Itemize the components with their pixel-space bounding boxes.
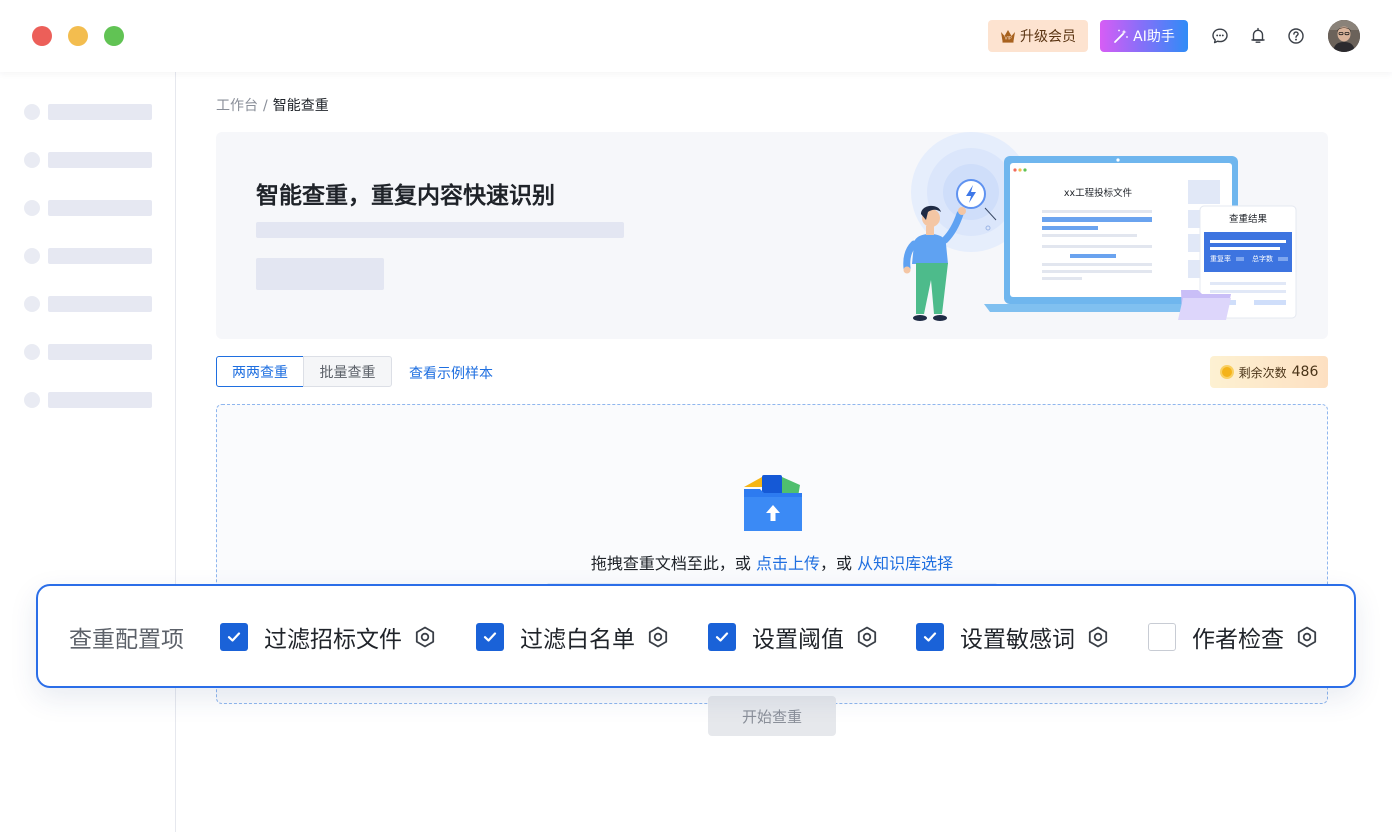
sidebar-item[interactable] — [24, 296, 152, 312]
chat-icon[interactable] — [1210, 26, 1230, 46]
upload-middle-text: ，或 — [820, 554, 853, 573]
view-sample-link[interactable]: 查看示例样本 — [409, 363, 493, 383]
sidebar-item[interactable] — [24, 104, 152, 120]
upload-prefix-text: 拖拽查重文档至此，或 — [590, 554, 751, 573]
crown-icon: VIP — [1001, 30, 1015, 43]
checkbox-filter-whitelist[interactable] — [476, 623, 504, 651]
doc-title-text: xx工程投标文件 — [1064, 187, 1133, 199]
window-close-dot[interactable] — [32, 26, 52, 46]
gear-icon[interactable] — [645, 624, 671, 650]
check-config-panel: 查重配置项 过滤招标文件 过滤白名单 设置阈值 设置敏感词 作者检查 — [36, 584, 1356, 688]
avatar[interactable] — [1328, 20, 1360, 52]
checkbox-set-threshold[interactable] — [708, 623, 736, 651]
window-minimize-dot[interactable] — [68, 26, 88, 46]
click-upload-link[interactable]: 点击上传 — [756, 554, 820, 573]
tab-batch-check[interactable]: 批量查重 — [303, 356, 392, 387]
top-bar: VIP 升级会员 AI助手 — [0, 0, 1392, 72]
check-icon — [715, 632, 729, 642]
breadcrumb-current: 智能查重 — [272, 98, 329, 114]
upload-instructions: 拖拽查重文档至此，或 点击上传，或 从知识库选择 — [217, 550, 1327, 574]
result-title-text: 查重结果 — [1229, 213, 1268, 225]
banner-title: 智能查重，重复内容快速识别 — [256, 183, 555, 209]
check-icon — [483, 632, 497, 642]
upload-folder-icon — [744, 475, 802, 531]
option-filter-whitelist: 过滤白名单 — [476, 619, 671, 655]
breadcrumb: 工作台 / 智能查重 — [216, 95, 329, 115]
tab-pairwise-check[interactable]: 两两查重 — [216, 356, 304, 387]
magic-wand-icon — [1114, 29, 1129, 43]
help-icon[interactable] — [1286, 26, 1306, 46]
gear-icon[interactable] — [1294, 624, 1320, 650]
sidebar-item[interactable] — [24, 200, 152, 216]
option-author-check: 作者检查 — [1148, 619, 1320, 655]
option-set-sensitive-words: 设置敏感词 — [916, 619, 1111, 655]
option-set-threshold: 设置阈值 — [708, 619, 880, 655]
upgrade-vip-label: 升级会员 — [1020, 29, 1076, 45]
svg-text:VIP: VIP — [1004, 36, 1011, 42]
option-label: 设置阈值 — [752, 627, 844, 653]
remaining-count-badge: 剩余次数 486 — [1210, 356, 1328, 388]
ai-assistant-button[interactable]: AI助手 — [1100, 20, 1188, 52]
gear-icon[interactable] — [1085, 624, 1111, 650]
checkbox-author-check[interactable] — [1148, 623, 1176, 651]
start-check-button[interactable]: 开始查重 — [708, 696, 836, 736]
sidebar — [0, 72, 176, 832]
banner-button-placeholder — [256, 258, 384, 290]
check-icon — [227, 632, 241, 642]
config-label: 查重配置项 — [69, 627, 184, 653]
option-filter-tender-file: 过滤招标文件 — [220, 619, 438, 655]
checkbox-filter-tender-file[interactable] — [220, 623, 248, 651]
option-label: 作者检查 — [1192, 627, 1284, 653]
sidebar-item[interactable] — [24, 152, 152, 168]
breadcrumb-root[interactable]: 工作台 — [216, 98, 258, 114]
sidebar-item[interactable] — [24, 344, 152, 360]
sidebar-item[interactable] — [24, 392, 152, 408]
gear-icon[interactable] — [412, 624, 438, 650]
option-label: 设置敏感词 — [960, 627, 1075, 653]
result-repeat-label: 重复率 — [1210, 254, 1231, 263]
option-label: 过滤白名单 — [520, 627, 635, 653]
upgrade-vip-button[interactable]: VIP 升级会员 — [988, 20, 1088, 52]
remaining-label: 剩余次数 — [1238, 365, 1287, 380]
window-maximize-dot[interactable] — [104, 26, 124, 46]
option-label: 过滤招标文件 — [264, 627, 402, 653]
checkbox-set-sensitive-words[interactable] — [916, 623, 944, 651]
remaining-count: 486 — [1291, 364, 1319, 380]
bell-icon[interactable] — [1248, 26, 1268, 46]
banner-illustration: xx工程投标文件 查重结果 重复率 总字数 — [903, 132, 1297, 321]
banner-subtitle-placeholder — [256, 222, 624, 238]
breadcrumb-separator: / — [263, 98, 268, 114]
result-words-label: 总字数 — [1252, 254, 1273, 263]
select-from-knowledge-base-link[interactable]: 从知识库选择 — [857, 554, 953, 573]
sidebar-item[interactable] — [24, 248, 152, 264]
coin-icon — [1219, 365, 1234, 379]
check-icon — [923, 632, 937, 642]
gear-icon[interactable] — [854, 624, 880, 650]
hero-banner: 智能查重，重复内容快速识别 xx工程投标文件 查重结果 重复率 总字数 — [216, 132, 1328, 339]
ai-assistant-label: AI助手 — [1133, 29, 1175, 45]
